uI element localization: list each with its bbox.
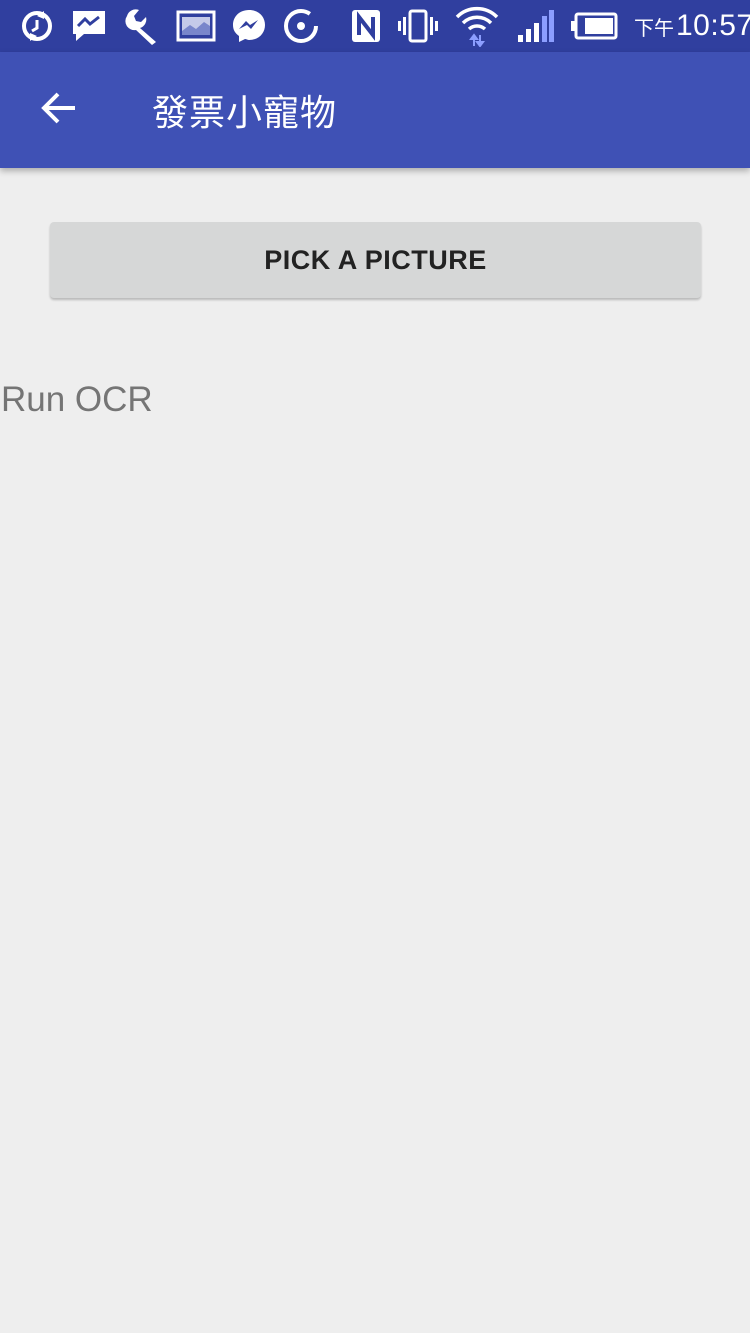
signal-icon xyxy=(516,9,554,43)
screen: 下午 10:57 發票小寵物 PICK A PICTURE Run OCR xyxy=(0,0,750,1333)
app-title: 發票小寵物 xyxy=(152,93,338,134)
back-button[interactable] xyxy=(26,78,90,142)
nfc-icon xyxy=(350,8,382,44)
app-bar: 發票小寵物 xyxy=(0,52,750,168)
status-bar: 下午 10:57 xyxy=(0,0,750,52)
clock-ampm: 下午 xyxy=(634,18,674,40)
wrench-icon xyxy=(122,6,162,46)
vibrate-icon xyxy=(398,8,438,44)
arrow-back-icon xyxy=(39,90,77,131)
wifi-icon xyxy=(454,5,500,47)
image-icon xyxy=(176,9,216,43)
battery-icon xyxy=(570,12,618,40)
sync-icon xyxy=(18,7,56,45)
hangouts-icon xyxy=(70,7,108,45)
clock-time: 10:57 xyxy=(676,9,750,42)
pick-picture-button[interactable]: PICK A PICTURE xyxy=(50,222,701,298)
system-indicators: 下午 10:57 xyxy=(334,5,750,47)
loading-ring-icon xyxy=(282,7,320,45)
messenger-icon xyxy=(230,7,268,45)
notification-icons xyxy=(18,6,334,46)
run-ocr-label: Run OCR xyxy=(1,380,153,419)
status-clock: 下午 10:57 xyxy=(634,9,750,43)
